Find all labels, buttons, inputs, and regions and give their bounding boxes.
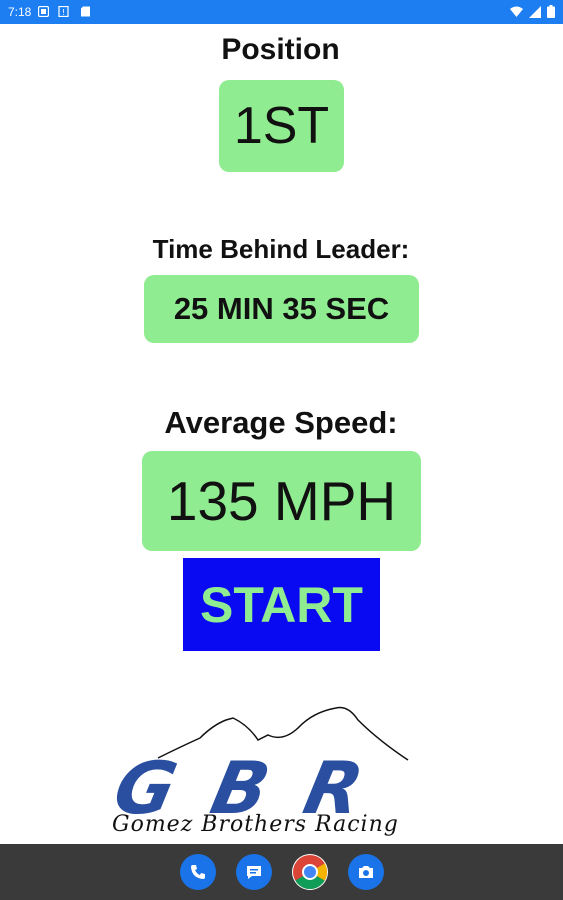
notification-icon	[38, 6, 49, 17]
start-button[interactable]: START	[183, 558, 380, 651]
logo-tagline: Gomez Brothers Racing	[112, 812, 399, 837]
signal-icon	[529, 5, 541, 18]
gbr-logo: GBR Gomez Brothers Racing	[107, 700, 458, 845]
average-speed-label: Average Speed:	[143, 400, 419, 446]
position-value: 1ST	[219, 80, 344, 172]
wifi-icon	[510, 6, 523, 17]
messages-icon[interactable]	[236, 854, 272, 890]
chrome-icon[interactable]	[292, 854, 328, 890]
average-speed-value: 135 MPH	[142, 451, 421, 551]
sd-card-icon	[81, 6, 90, 17]
time-behind-value: 25 MIN 35 SEC	[144, 275, 419, 343]
nav-bar	[0, 844, 563, 900]
status-time: 7:18	[8, 5, 32, 19]
battery-icon	[547, 5, 555, 18]
camera-icon[interactable]	[348, 854, 384, 890]
position-label: Position	[210, 28, 351, 72]
phone-icon[interactable]	[180, 854, 216, 890]
time-behind-label: Time Behind Leader:	[123, 228, 439, 270]
status-bar: 7:18 !	[0, 0, 563, 24]
svg-text:!: !	[62, 8, 65, 17]
sim-alert-icon: !	[58, 6, 69, 17]
